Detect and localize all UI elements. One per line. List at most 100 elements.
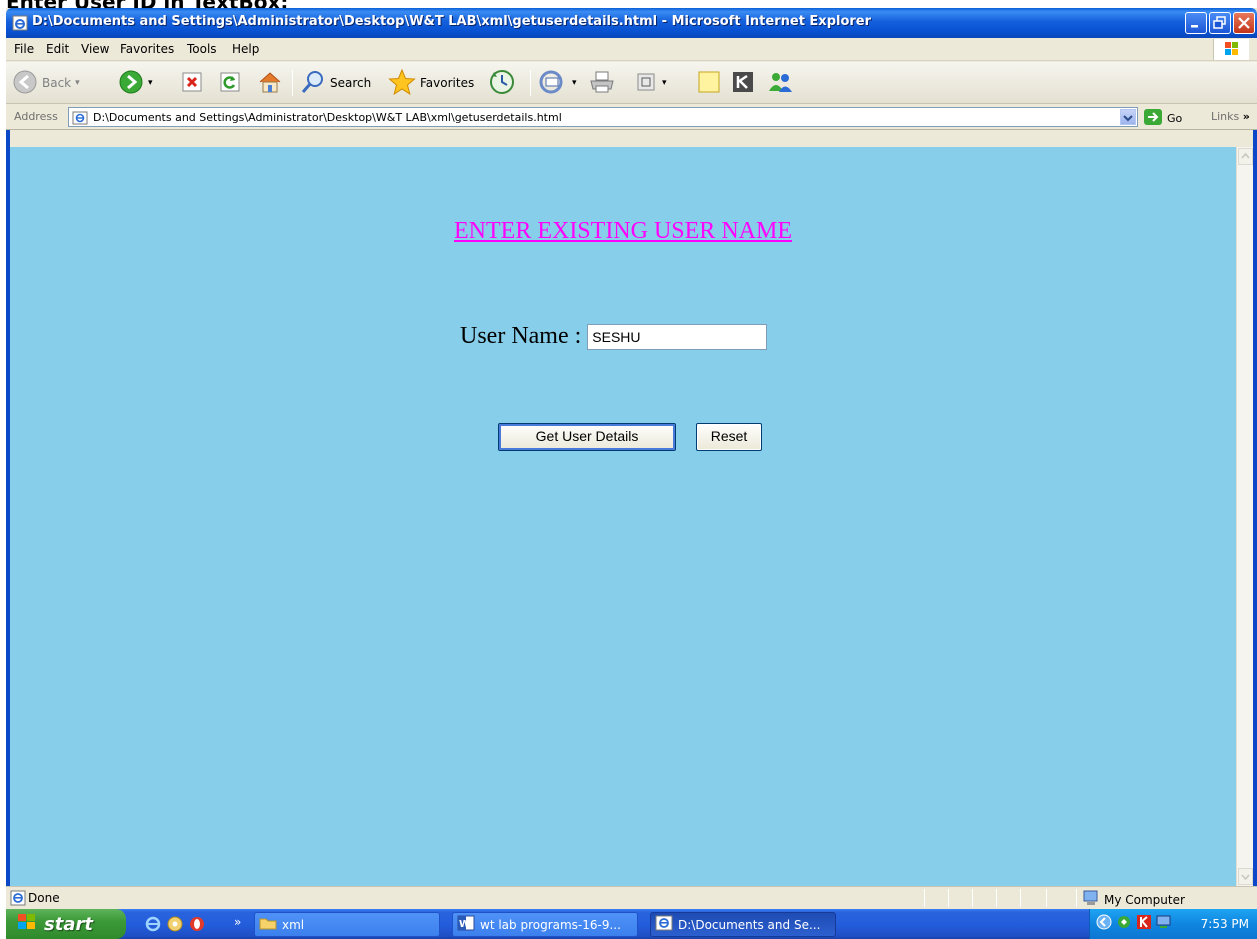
- mail-icon: [538, 69, 568, 98]
- forward-button[interactable]: ▾: [118, 68, 153, 98]
- go-button[interactable]: Go: [1143, 108, 1182, 129]
- ie-page-icon: [655, 915, 673, 934]
- address-bar: Address D:\Documents and Settings\Admini…: [6, 105, 1257, 130]
- folder-icon: [259, 915, 277, 934]
- quicklaunch-more-icon[interactable]: »: [234, 915, 241, 929]
- status-pane-divider: [1020, 889, 1021, 907]
- status-pane-divider: [1046, 889, 1047, 907]
- status-text: Done: [28, 891, 60, 905]
- maximize-button[interactable]: [1209, 12, 1231, 34]
- taskbar: start » xml W wt lab programs-16-9... D:…: [6, 909, 1257, 939]
- printer-icon: [588, 69, 616, 98]
- standard-toolbar: Back ▾ ▾ Search Favorites ▾ ▾: [6, 62, 1257, 104]
- system-tray: 7:53 PM: [1089, 909, 1257, 939]
- username-input[interactable]: [587, 323, 768, 350]
- toolbar-separator: [530, 70, 531, 96]
- menu-edit[interactable]: Edit: [46, 42, 69, 56]
- search-label: Search: [330, 76, 372, 90]
- favorites-button[interactable]: Favorites: [388, 68, 474, 98]
- back-button[interactable]: Back ▾: [12, 68, 80, 98]
- media-quicklaunch-icon[interactable]: [166, 915, 184, 937]
- menu-tools[interactable]: Tools: [187, 42, 217, 56]
- username-colon: :: [574, 323, 582, 349]
- windows-logo-icon: [1213, 39, 1249, 60]
- username-row: User Name :: [460, 323, 768, 350]
- taskbar-item-word[interactable]: W wt lab programs-16-9...: [452, 912, 638, 937]
- reset-button[interactable]: Reset: [696, 423, 762, 451]
- status-pane-divider: [972, 889, 973, 907]
- ie-page-icon: [12, 15, 28, 31]
- computer-icon: [1082, 890, 1100, 909]
- address-dropdown-icon[interactable]: [1120, 109, 1136, 125]
- home-button[interactable]: [256, 68, 284, 98]
- note-icon: [696, 69, 722, 98]
- document-heading: Enter User ID in TextBox:: [6, 0, 288, 8]
- links-button[interactable]: Links »: [1211, 110, 1250, 123]
- star-icon: [388, 68, 416, 99]
- tray-clock[interactable]: 7:53 PM: [1201, 917, 1249, 931]
- start-button[interactable]: start: [6, 909, 126, 939]
- forward-arrow-icon: [118, 69, 144, 98]
- address-field[interactable]: D:\Documents and Settings\Administrator\…: [68, 107, 1138, 127]
- scroll-up-button[interactable]: [1238, 148, 1253, 165]
- menu-help[interactable]: Help: [232, 42, 259, 56]
- edit-dropdown-icon[interactable]: ▾: [662, 78, 667, 88]
- print-button[interactable]: [588, 68, 616, 98]
- back-label: Back: [42, 76, 72, 90]
- taskbar-item-ie[interactable]: D:\Documents and Se...: [650, 912, 836, 937]
- start-label: start: [44, 913, 93, 935]
- zone-label: My Computer: [1104, 892, 1185, 907]
- messenger-k-button[interactable]: [730, 68, 756, 98]
- messenger-people-icon: [766, 69, 796, 98]
- address-url: D:\Documents and Settings\Administrator\…: [93, 111, 562, 124]
- monitor-tray-icon[interactable]: [1156, 914, 1172, 934]
- windows-flag-icon: [16, 912, 38, 936]
- opera-quicklaunch-icon[interactable]: [188, 915, 206, 937]
- address-label: Address: [14, 110, 58, 123]
- ie-quicklaunch-icon[interactable]: [144, 915, 162, 937]
- ie-page-icon: [72, 110, 88, 129]
- scroll-down-button[interactable]: [1238, 868, 1253, 885]
- page-heading: ENTER EXISTING USER NAME: [454, 218, 792, 244]
- search-button[interactable]: Search: [300, 68, 371, 98]
- go-label: Go: [1167, 112, 1183, 125]
- window-frame-right: [1253, 130, 1257, 886]
- get-user-details-button[interactable]: Get User Details: [498, 423, 676, 451]
- refresh-button[interactable]: [218, 68, 242, 98]
- status-bar: Done My Computer: [6, 886, 1257, 909]
- forward-dropdown-icon[interactable]: ▾: [148, 78, 153, 88]
- network-tray-icon[interactable]: [1116, 914, 1132, 934]
- links-label: Links: [1211, 110, 1240, 123]
- title-bar[interactable]: D:\Documents and Settings\Administrator\…: [6, 8, 1257, 38]
- status-pane-divider: [1076, 889, 1077, 907]
- k-logo-icon: [730, 69, 756, 98]
- discuss-button[interactable]: [696, 68, 722, 98]
- back-dropdown-icon[interactable]: ▾: [75, 78, 80, 88]
- status-pane-divider: [996, 889, 997, 907]
- mail-dropdown-icon[interactable]: ▾: [572, 78, 577, 88]
- username-label: User Name: [460, 323, 569, 349]
- svg-text:W: W: [459, 919, 470, 930]
- messenger-button[interactable]: [766, 68, 796, 98]
- stop-button[interactable]: [180, 68, 204, 98]
- security-zone: My Computer: [1082, 890, 1185, 909]
- menu-file[interactable]: File: [14, 42, 34, 56]
- mail-button[interactable]: ▾: [538, 68, 577, 98]
- tray-expand-icon[interactable]: [1096, 914, 1112, 934]
- search-icon: [300, 69, 326, 98]
- vertical-scrollbar[interactable]: [1236, 147, 1253, 886]
- edit-button[interactable]: ▾: [634, 68, 667, 98]
- back-arrow-icon: [12, 69, 38, 98]
- menu-view[interactable]: View: [81, 42, 109, 56]
- menu-favorites[interactable]: Favorites: [120, 42, 174, 56]
- status-pane-divider: [924, 889, 925, 907]
- edit-page-icon: [634, 70, 658, 97]
- k-tray-icon[interactable]: [1136, 914, 1152, 934]
- taskbar-item-label: wt lab programs-16-9...: [480, 917, 621, 932]
- minimize-button[interactable]: [1185, 12, 1207, 34]
- taskbar-item-label: D:\Documents and Se...: [678, 917, 821, 932]
- history-button[interactable]: [488, 68, 516, 98]
- close-button[interactable]: [1233, 12, 1255, 34]
- status-pane-divider: [948, 889, 949, 907]
- taskbar-item-xml[interactable]: xml: [254, 912, 440, 937]
